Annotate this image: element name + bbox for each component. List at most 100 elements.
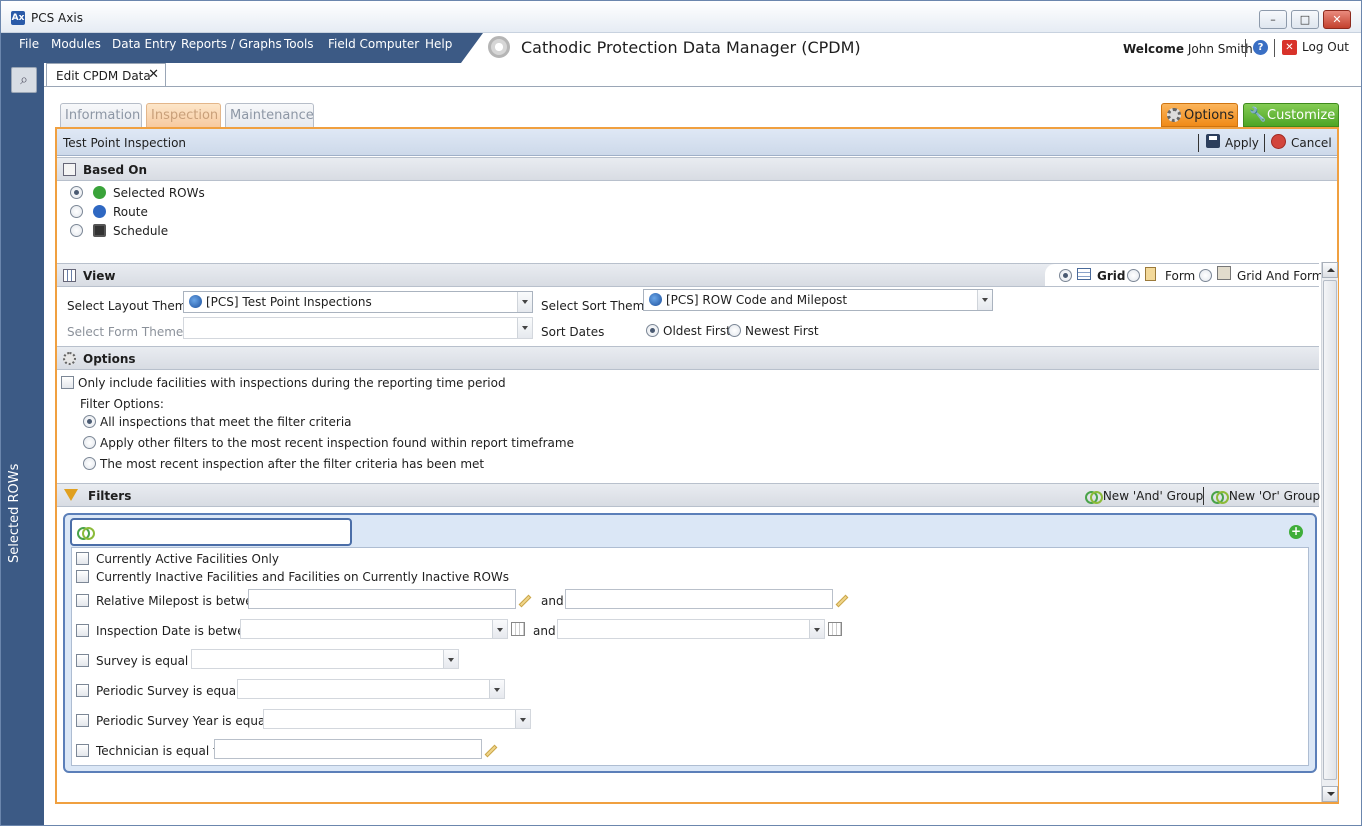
close-tab-icon[interactable]: ✕ (148, 67, 159, 82)
radio-newest-first[interactable] (728, 324, 741, 337)
oldest-first-label: Oldest First (663, 324, 731, 338)
title-bar: Ax PCS Axis – □ ✕ (1, 1, 1361, 33)
chevron-down-icon[interactable] (443, 650, 458, 668)
chevron-down-icon[interactable] (515, 710, 530, 728)
menu-help[interactable]: Help (425, 37, 452, 51)
close-window-button[interactable]: ✕ (1323, 10, 1351, 29)
tab-divider (44, 86, 1361, 87)
calendar-icon[interactable] (828, 622, 842, 636)
layout-theme-select[interactable]: [PCS] Test Point Inspections (183, 291, 533, 313)
cancel-button[interactable]: Cancel (1291, 136, 1332, 150)
survey-checkbox[interactable] (76, 654, 89, 667)
customize-button[interactable]: 🔧 Customize (1243, 103, 1339, 127)
chevron-down-icon[interactable] (809, 620, 824, 638)
inactive-label: Currently Inactive Facilities and Facili… (96, 570, 510, 584)
radio-view-form[interactable] (1127, 269, 1140, 282)
application-window: Ax PCS Axis – □ ✕ File Modules Data Entr… (0, 0, 1362, 826)
menu-reports-graphs[interactable]: Reports / Graphs (181, 37, 282, 51)
filter-group-name-field[interactable] (70, 518, 352, 546)
chevron-down-icon[interactable] (492, 620, 507, 638)
pencil-icon[interactable] (835, 594, 849, 608)
search-icon[interactable]: ⌕ (11, 67, 37, 93)
minimize-button[interactable]: – (1259, 10, 1287, 29)
periodic-survey-select[interactable] (237, 679, 505, 699)
scroll-down-icon[interactable] (1322, 786, 1338, 802)
form-theme-select[interactable] (183, 317, 533, 339)
app-icon: Ax (11, 11, 25, 25)
radio-schedule[interactable] (70, 224, 83, 237)
new-or-group-button[interactable]: New 'Or' Group (1211, 489, 1320, 504)
milepost-label: Relative Milepost is between (96, 594, 268, 608)
milepost-from-input[interactable] (248, 589, 516, 609)
separator (1198, 134, 1199, 152)
menu-field-computer[interactable]: Field Computer (328, 37, 419, 51)
technician-checkbox[interactable] (76, 744, 89, 757)
menu-file[interactable]: File (19, 37, 39, 51)
radio-selected-rows[interactable] (70, 186, 83, 199)
radio-view-grid[interactable] (1059, 269, 1072, 282)
options-button[interactable]: Options (1161, 103, 1238, 127)
tab-inspection[interactable]: Inspection (146, 103, 221, 127)
sort-dates-label: Sort Dates (541, 325, 605, 339)
survey-select[interactable] (191, 649, 459, 669)
radio-filter-all[interactable] (83, 415, 96, 428)
chevron-down-icon[interactable] (517, 292, 532, 312)
radio-filter-most-recent-within[interactable] (83, 436, 96, 449)
active-only-checkbox[interactable] (76, 552, 89, 565)
milepost-checkbox[interactable] (76, 594, 89, 607)
help-icon[interactable]: ? (1253, 40, 1268, 55)
periodic-survey-checkbox[interactable] (76, 684, 89, 697)
filters-header: Filters New 'And' Group New 'Or' Group (57, 483, 1320, 507)
technician-input[interactable] (214, 739, 482, 759)
pencil-icon[interactable] (518, 594, 532, 608)
inspection-date-to[interactable] (557, 619, 825, 639)
scroll-up-icon[interactable] (1322, 262, 1338, 278)
based-on-schedule-label: Schedule (113, 224, 169, 238)
logout-link[interactable]: Log Out (1302, 40, 1349, 54)
tab-edit-cpdm-data[interactable]: Edit CPDM Data ✕ (46, 63, 166, 87)
inspection-date-label: Inspection Date is between (96, 624, 260, 638)
form-theme-label: Select Form Theme (67, 325, 184, 339)
inspection-date-from[interactable] (240, 619, 508, 639)
menu-modules[interactable]: Modules (51, 37, 101, 51)
radio-view-grid-and-form[interactable] (1199, 269, 1212, 282)
milepost-to-input[interactable] (565, 589, 833, 609)
vertical-scrollbar[interactable] (1321, 262, 1338, 802)
radio-oldest-first[interactable] (646, 324, 659, 337)
periodic-survey-year-checkbox[interactable] (76, 714, 89, 727)
options-header: Options (57, 346, 1319, 370)
grid-and-form-icon (1217, 266, 1231, 280)
selected-rows-side-tab[interactable]: Selected ROWs (7, 464, 22, 563)
radio-filter-most-recent-after[interactable] (83, 457, 96, 470)
filter-list: Currently Active Facilities Only Current… (71, 547, 1309, 766)
and-group-icon (1085, 491, 1103, 504)
radio-route[interactable] (70, 205, 83, 218)
chevron-down-icon[interactable] (489, 680, 504, 698)
layout-theme-value: [PCS] Test Point Inspections (206, 295, 372, 309)
layout-theme-label: Select Layout Theme (67, 299, 194, 313)
periodic-survey-year-label: Periodic Survey Year is equal to (96, 714, 285, 728)
calendar-icon[interactable] (511, 622, 525, 636)
menu-data-entry[interactable]: Data Entry (112, 37, 176, 51)
periodic-survey-year-select[interactable] (263, 709, 531, 729)
tab-information[interactable]: Information (60, 103, 142, 127)
sort-theme-select[interactable]: [PCS] ROW Code and Milepost (643, 289, 993, 311)
gear-icon (63, 352, 76, 365)
add-filter-icon[interactable]: + (1289, 525, 1303, 539)
menu-tools[interactable]: Tools (284, 37, 314, 51)
scroll-thumb[interactable] (1323, 280, 1337, 780)
logout-icon[interactable]: ✕ (1282, 40, 1297, 55)
new-and-group-button[interactable]: New 'And' Group (1085, 489, 1203, 504)
selected-rows-icon (93, 186, 106, 199)
inactive-checkbox[interactable] (76, 570, 89, 583)
maximize-button[interactable]: □ (1291, 10, 1319, 29)
apply-button[interactable]: Apply (1225, 136, 1259, 150)
only-include-checkbox[interactable] (61, 376, 74, 389)
filter-options-label: Filter Options: (80, 397, 164, 411)
newest-first-label: Newest First (745, 324, 819, 338)
tab-maintenance[interactable]: Maintenance (225, 103, 314, 127)
chevron-down-icon[interactable] (977, 290, 992, 310)
inspection-date-checkbox[interactable] (76, 624, 89, 637)
chevron-down-icon[interactable] (517, 318, 532, 338)
pencil-icon[interactable] (484, 744, 498, 758)
